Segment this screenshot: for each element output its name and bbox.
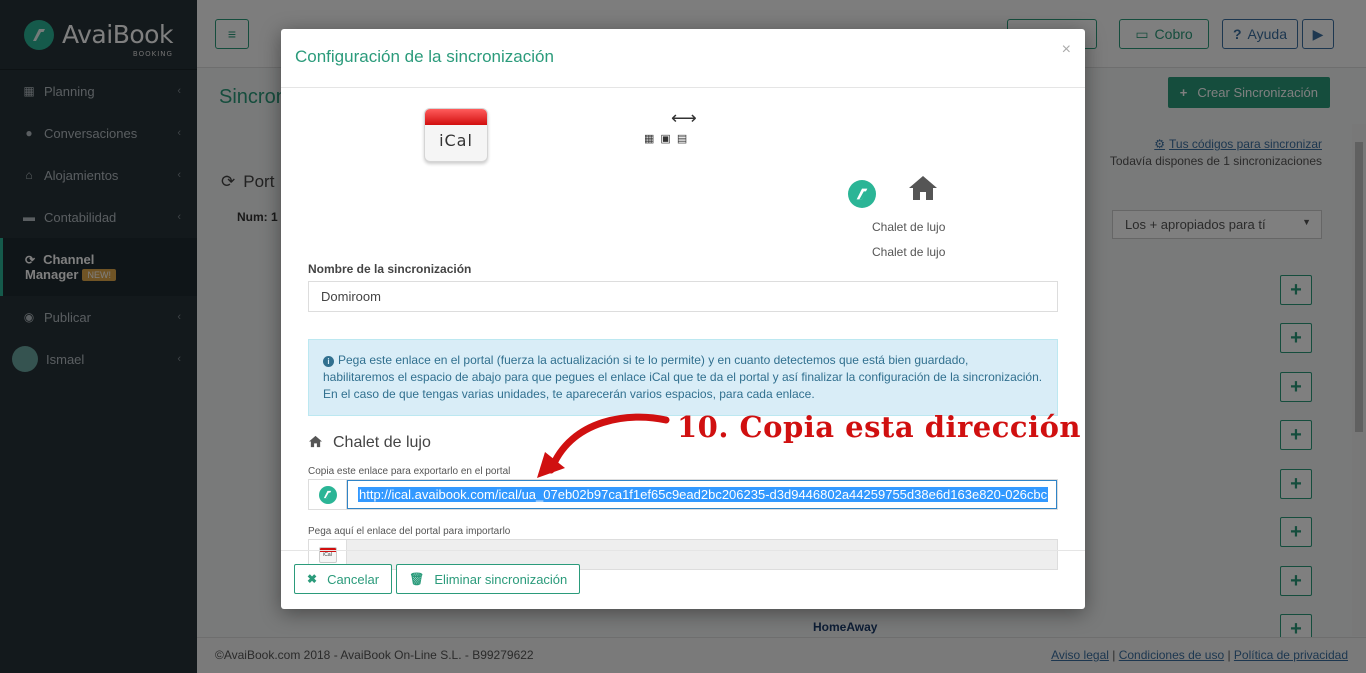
export-label: Copia este enlace para exportarlo en el … — [308, 466, 511, 477]
info-icon: i — [323, 356, 334, 367]
sync-arrows-icon: ⟷ — [671, 108, 697, 128]
calendar-icon: ▦ — [644, 133, 661, 145]
close-icon[interactable]: × — [1062, 41, 1071, 59]
avaibook-icon — [848, 180, 876, 208]
export-field-group: http://ical.avaibook.com/ical/ua_07eb02b… — [308, 479, 1058, 510]
property-section-title: Chalet de lujo — [308, 434, 431, 452]
property-name-2: Chalet de lujo — [872, 245, 946, 259]
house-icon — [907, 174, 939, 209]
delete-label: Eliminar sincronización — [434, 571, 568, 587]
book-icon: ▤ — [676, 133, 694, 145]
cancel-button[interactable]: ✖ Cancelar — [294, 564, 393, 594]
annotation-text: 10. Copia esta dirección — [677, 410, 1081, 444]
property-name-1: Chalet de lujo — [872, 220, 946, 234]
import-label: Pega aquí el enlace del portal para impo… — [308, 526, 511, 537]
export-addon — [309, 480, 347, 509]
annotation-arrow-icon — [537, 413, 670, 478]
trash-icon: 🗑 — [409, 572, 425, 586]
modal-body: iCal ⟷ ▦▣▤ Chalet de lujo Chalet de lujo… — [281, 88, 1085, 570]
sync-name-input[interactable] — [308, 281, 1058, 312]
close-icon: ✖ — [307, 572, 318, 586]
modal-header: Configuración de la sincronización × — [281, 29, 1085, 88]
export-url-selected[interactable]: http://ical.avaibook.com/ical/ua_07eb02b… — [358, 487, 1049, 502]
info-text: Pega este enlace en el portal (fuerza la… — [323, 353, 1043, 401]
sync-type-icons: ▦▣▤ — [644, 132, 693, 145]
export-url-input[interactable]: http://ical.avaibook.com/ical/ua_07eb02b… — [347, 480, 1057, 509]
modal-footer: ✖ Cancelar 🗑 Eliminar sincronización — [281, 550, 1085, 609]
info-alert: i Pega este enlace en el portal (fuerza l… — [308, 339, 1058, 416]
money-icon: ▣ — [660, 133, 677, 145]
delete-sync-button[interactable]: 🗑 Eliminar sincronización — [396, 564, 581, 594]
sync-config-modal: Configuración de la sincronización × iCa… — [281, 29, 1085, 609]
sync-name-label: Nombre de la sincronización — [308, 262, 472, 276]
avaibook-icon — [318, 485, 337, 504]
cancel-label: Cancelar — [327, 571, 380, 587]
ical-icon: iCal — [424, 108, 488, 162]
modal-title: Configuración de la sincronización — [295, 47, 554, 66]
home-icon — [308, 435, 323, 451]
